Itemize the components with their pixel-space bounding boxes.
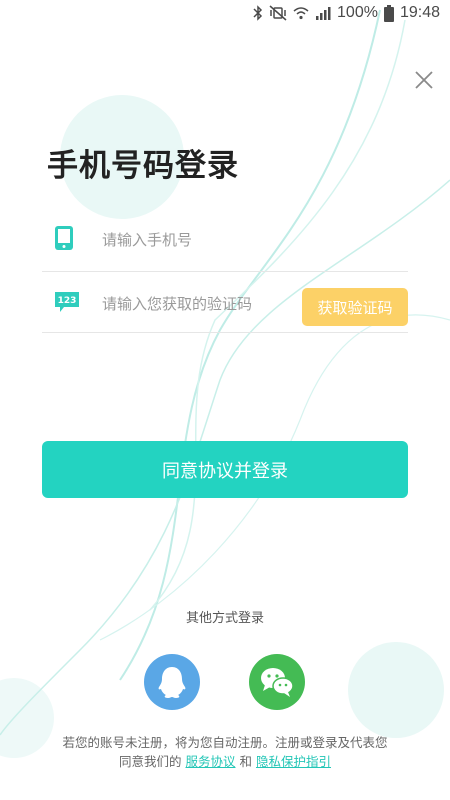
terms-prefix: 同意我们的: [118, 754, 182, 769]
code-field-row: 123 获取验证码: [42, 275, 408, 333]
battery-icon: [383, 4, 394, 22]
mute-vibrate-icon: [269, 5, 287, 21]
terms-conjunction: 和: [239, 754, 252, 769]
status-icons: 100% 19:48: [253, 4, 440, 22]
wifi-icon: [293, 5, 309, 21]
get-code-button[interactable]: 获取验证码: [302, 288, 408, 326]
page-title: 手机号码登录: [47, 148, 239, 184]
close-button[interactable]: [410, 66, 438, 94]
wechat-login-button[interactable]: [249, 654, 305, 710]
other-login-label: 其他方式登录: [185, 611, 264, 626]
decorative-circle: [348, 642, 444, 738]
close-icon: [415, 71, 433, 89]
qq-login-button[interactable]: [144, 654, 200, 710]
status-bar: 100% 19:48: [0, 0, 450, 28]
agree-and-login-button[interactable]: 同意协议并登录: [42, 441, 408, 498]
privacy-policy-link[interactable]: 隐私保护指引: [256, 754, 331, 769]
signal-icon: [315, 5, 331, 21]
clock: 19:48: [399, 4, 440, 21]
code-input[interactable]: [102, 294, 292, 313]
bluetooth-icon: [253, 5, 263, 21]
decorative-curve: [119, 9, 381, 681]
terms-line-2: 同意我们的 服务协议 和 隐私保护指引: [0, 752, 450, 771]
qq-icon: [158, 667, 186, 698]
phone-field-row: [42, 208, 408, 272]
terms-line-1: 若您的账号未注册，将为您自动注册。注册或登录及代表您: [62, 735, 388, 750]
sms-code-icon: 123: [54, 291, 80, 317]
service-agreement-link[interactable]: 服务协议: [185, 754, 235, 769]
phone-input[interactable]: [102, 230, 382, 249]
phone-icon: [54, 225, 74, 255]
battery-percentage: 100%: [337, 4, 378, 21]
decorative-background: [0, 9, 450, 758]
terms-notice: 若您的账号未注册，将为您自动注册。注册或登录及代表您 同意我们的 服务协议 和 …: [0, 733, 450, 771]
sms-code-icon-text: 123: [58, 296, 77, 306]
wechat-icon: [261, 668, 294, 697]
